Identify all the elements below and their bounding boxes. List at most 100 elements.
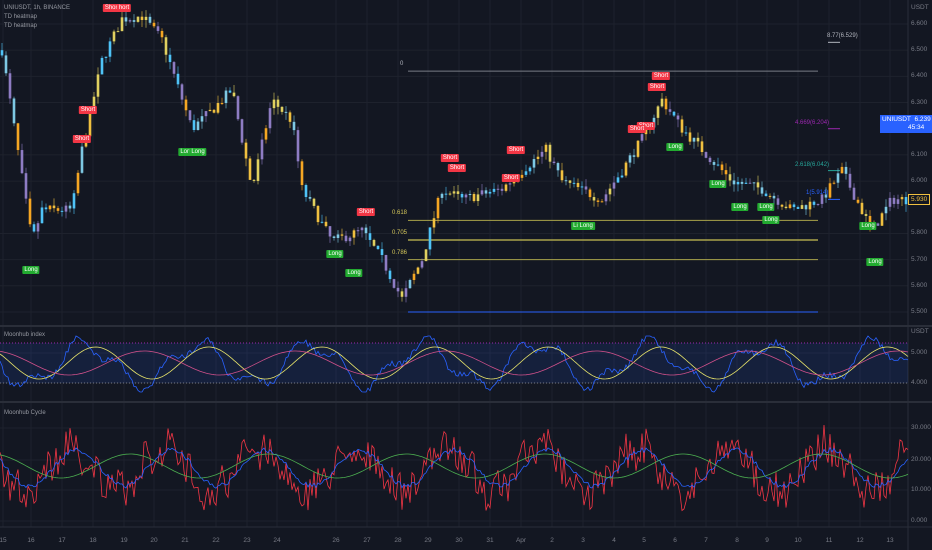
candle — [64, 205, 68, 212]
time-axis-label: 3 — [581, 537, 585, 544]
candle — [720, 164, 724, 171]
time-axis-label: 17 — [58, 537, 66, 544]
fib-level-label: 0.618 — [392, 210, 408, 217]
candle — [384, 255, 388, 271]
candle — [584, 186, 588, 190]
candle — [436, 197, 440, 219]
candle — [464, 194, 468, 198]
candle — [700, 141, 704, 153]
candle — [748, 182, 752, 184]
candle — [356, 230, 360, 232]
candle — [612, 182, 616, 189]
fib-level-label: 0.705 — [392, 229, 408, 236]
short-signal-label: hort — [116, 4, 132, 13]
time-axis-label: 24 — [273, 537, 281, 544]
short-signal-label: Short — [506, 145, 526, 154]
candle — [696, 137, 700, 142]
fib-level-label: 0 — [400, 61, 404, 68]
symbol-tag-price: 6.239 — [914, 116, 931, 123]
candle — [320, 221, 324, 223]
candle — [876, 223, 880, 226]
candle — [272, 99, 276, 109]
candle — [144, 16, 148, 21]
cycle-slow-line — [0, 453, 909, 479]
candle — [476, 194, 480, 202]
candle — [400, 291, 404, 297]
candle — [712, 162, 716, 165]
candle — [164, 37, 168, 55]
candle — [468, 194, 472, 196]
candle — [148, 16, 152, 23]
candle — [240, 119, 244, 143]
indicator-legend-1[interactable]: TD heatmap — [4, 13, 70, 22]
price-axis-label: 6.400 — [911, 72, 928, 80]
candle — [328, 226, 332, 237]
candle — [480, 190, 484, 195]
candle — [452, 191, 456, 194]
candle — [808, 201, 812, 210]
candle — [232, 92, 236, 97]
candle — [640, 134, 644, 141]
candle — [600, 201, 604, 203]
candle — [892, 197, 896, 204]
symbol-legend: UNIUSDT, 1h, BINANCE TD heatmap TD heatm… — [4, 4, 70, 31]
candle — [728, 174, 732, 181]
candle — [412, 273, 416, 281]
candle — [500, 188, 504, 191]
candle — [136, 16, 140, 22]
candle — [196, 121, 200, 131]
candle — [380, 249, 384, 256]
short-signal-label: Short — [356, 208, 376, 217]
candle — [152, 22, 156, 27]
candle — [340, 234, 344, 236]
candle — [716, 164, 720, 166]
candle — [628, 155, 632, 163]
candle — [288, 112, 292, 122]
candle — [304, 185, 308, 198]
fib-level-label: 0.786 — [392, 249, 408, 256]
trading-chart[interactable] — [0, 0, 932, 550]
candle — [544, 144, 548, 152]
candle — [376, 245, 380, 250]
candle — [484, 190, 488, 194]
time-axis-label: 9 — [765, 537, 769, 544]
index-axis-currency: USDT — [911, 328, 929, 335]
candle — [556, 163, 560, 171]
candle — [772, 195, 776, 199]
candle — [576, 182, 580, 188]
cycle-pane-title[interactable]: Moonhub Cycle — [4, 409, 46, 418]
candle — [636, 140, 640, 157]
short-signal-label: Short — [647, 82, 667, 91]
candle — [220, 103, 224, 105]
short-signal-label: Short — [78, 106, 98, 115]
candle — [768, 195, 772, 197]
candle — [420, 261, 424, 268]
candle — [292, 121, 296, 131]
candle — [172, 62, 176, 74]
candle — [756, 182, 760, 188]
candle — [44, 207, 48, 210]
candle — [180, 84, 184, 100]
candle — [596, 200, 600, 202]
candle — [668, 109, 672, 112]
candle — [568, 180, 572, 183]
candle — [800, 205, 804, 209]
cycle-axis-label: 10.000 — [911, 486, 931, 493]
candle — [316, 205, 320, 223]
time-axis-label: 10 — [794, 537, 802, 544]
index-pane-title[interactable]: Moonhub index — [4, 331, 45, 340]
long-signal-label: Long — [859, 221, 877, 230]
candle — [296, 130, 300, 162]
candle — [8, 73, 12, 99]
candle — [344, 235, 348, 242]
candle — [248, 158, 252, 180]
last-price-tag: 5.930 — [908, 194, 931, 205]
time-axis-label: 19 — [120, 537, 128, 544]
indicator-legend-2[interactable]: TD heatmap — [4, 22, 70, 31]
candle — [548, 144, 552, 162]
candle — [108, 41, 112, 57]
candle — [116, 31, 120, 33]
fib-extension-label: 2.618(6.042) — [795, 161, 830, 168]
candle — [404, 288, 408, 297]
candle — [300, 161, 304, 186]
